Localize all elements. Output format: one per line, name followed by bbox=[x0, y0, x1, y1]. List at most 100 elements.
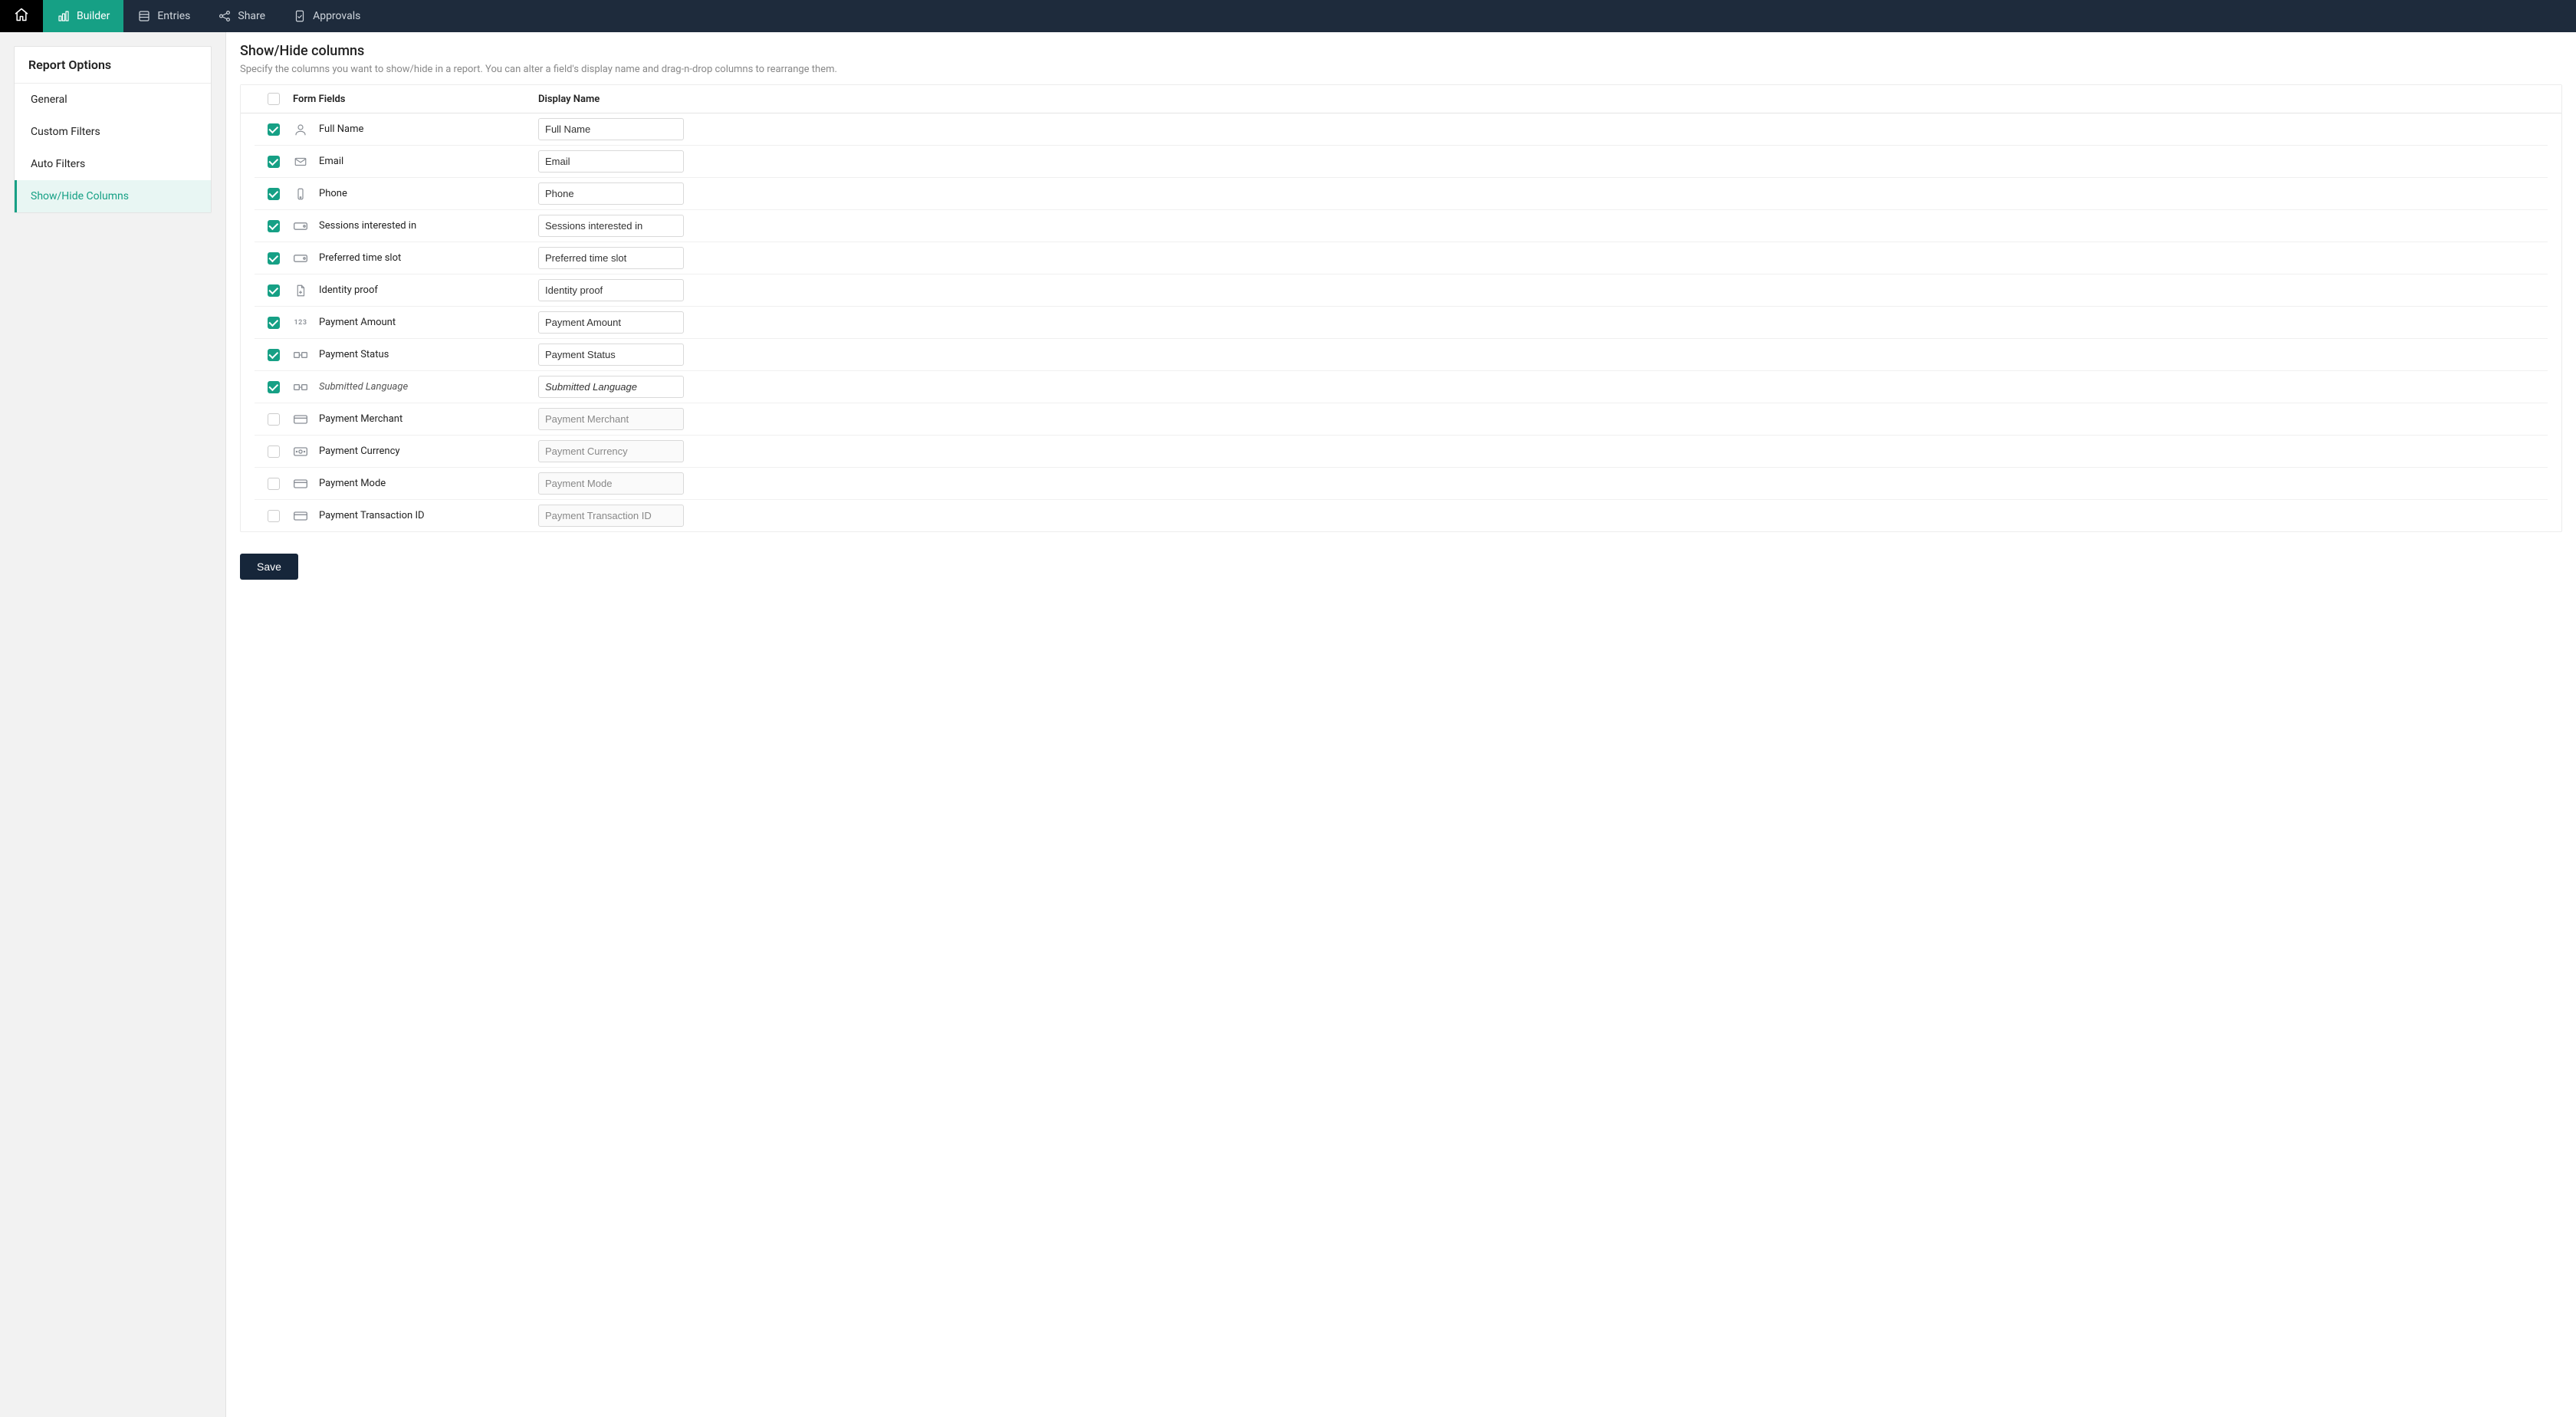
sidebar-card: Report Options General Custom Filters Au… bbox=[14, 46, 212, 213]
approvals-icon bbox=[293, 9, 307, 23]
field-label: Submitted Language bbox=[319, 381, 408, 393]
row-checkbox[interactable] bbox=[268, 220, 280, 232]
table-row[interactable]: Payment Status bbox=[255, 339, 2548, 371]
field-label: Email bbox=[319, 156, 343, 167]
row-checkbox[interactable] bbox=[268, 252, 280, 265]
header-display-name: Display Name bbox=[538, 94, 600, 105]
table-row[interactable]: Email bbox=[255, 146, 2548, 178]
row-checkbox[interactable] bbox=[268, 413, 280, 426]
table-row[interactable]: Payment Transaction ID bbox=[255, 500, 2548, 531]
nav-item-entries[interactable]: Entries bbox=[123, 0, 204, 32]
field-label: Payment Status bbox=[319, 349, 389, 360]
field-label: Full Name bbox=[319, 123, 363, 135]
tagsplit-icon bbox=[293, 347, 308, 363]
table-row[interactable]: Preferred time slot bbox=[255, 242, 2548, 275]
field-label: Payment Currency bbox=[319, 445, 400, 457]
save-button[interactable]: Save bbox=[240, 554, 298, 580]
sidebar-item-label: Auto Filters bbox=[31, 158, 85, 170]
field-label: Payment Transaction ID bbox=[319, 510, 425, 521]
person-icon bbox=[293, 122, 308, 137]
display-name-input[interactable] bbox=[538, 279, 684, 301]
table-row[interactable]: Payment Merchant bbox=[255, 403, 2548, 436]
sidebar-item-auto-filters[interactable]: Auto Filters bbox=[15, 148, 211, 180]
table-row[interactable]: Identity proof bbox=[255, 275, 2548, 307]
nav-item-label: Builder bbox=[77, 10, 110, 22]
row-checkbox[interactable] bbox=[268, 156, 280, 168]
row-checkbox[interactable] bbox=[268, 478, 280, 490]
sidebar-item-general[interactable]: General bbox=[15, 84, 211, 116]
sidebar: Report Options General Custom Filters Au… bbox=[0, 32, 226, 1417]
nav-item-approvals[interactable]: Approvals bbox=[279, 0, 374, 32]
display-name-input[interactable] bbox=[538, 182, 684, 205]
mail-icon bbox=[293, 154, 308, 169]
tag-icon bbox=[293, 251, 308, 266]
num-icon: 123 bbox=[293, 315, 308, 330]
entries-icon bbox=[137, 9, 151, 23]
row-checkbox[interactable] bbox=[268, 445, 280, 458]
field-label: Payment Merchant bbox=[319, 413, 402, 425]
select-all-checkbox[interactable] bbox=[268, 93, 280, 105]
card-icon bbox=[293, 508, 308, 524]
home-icon bbox=[14, 7, 29, 25]
nav-item-share[interactable]: Share bbox=[204, 0, 279, 32]
builder-icon bbox=[57, 9, 71, 23]
row-checkbox[interactable] bbox=[268, 510, 280, 522]
row-checkbox[interactable] bbox=[268, 381, 280, 393]
table-row[interactable]: Full Name bbox=[255, 113, 2548, 146]
nav-item-label: Entries bbox=[157, 10, 190, 22]
table-row[interactable]: Phone bbox=[255, 178, 2548, 210]
columns-header: Form Fields Display Name bbox=[241, 85, 2561, 113]
field-label: Sessions interested in bbox=[319, 220, 416, 232]
nav-item-label: Approvals bbox=[313, 10, 360, 22]
field-label: Payment Amount bbox=[319, 317, 396, 328]
row-checkbox[interactable] bbox=[268, 284, 280, 297]
display-name-input[interactable] bbox=[538, 344, 684, 366]
display-name-input[interactable] bbox=[538, 247, 684, 269]
field-label: Preferred time slot bbox=[319, 252, 401, 264]
display-name-input[interactable] bbox=[538, 215, 684, 237]
sidebar-item-custom-filters[interactable]: Custom Filters bbox=[15, 116, 211, 148]
display-name-input[interactable] bbox=[538, 150, 684, 173]
table-row[interactable]: Payment Currency bbox=[255, 436, 2548, 468]
display-name-input[interactable] bbox=[538, 376, 684, 398]
row-checkbox[interactable] bbox=[268, 123, 280, 136]
sidebar-title: Report Options bbox=[15, 47, 211, 84]
doc-icon bbox=[293, 283, 308, 298]
card-icon bbox=[293, 412, 308, 427]
tagsplit-icon bbox=[293, 380, 308, 395]
page-title: Show/Hide columns bbox=[240, 43, 2562, 59]
display-name-input[interactable] bbox=[538, 311, 684, 334]
nav-item-label: Share bbox=[238, 10, 265, 22]
page-body: Report Options General Custom Filters Au… bbox=[0, 32, 2576, 1417]
sidebar-item-show-hide-columns[interactable]: Show/Hide Columns bbox=[15, 180, 211, 212]
top-nav: Builder Entries Share Approvals bbox=[0, 0, 2576, 32]
sidebar-item-label: General bbox=[31, 94, 67, 106]
card-icon bbox=[293, 476, 308, 492]
field-label: Identity proof bbox=[319, 284, 378, 296]
row-checkbox[interactable] bbox=[268, 349, 280, 361]
display-name-input bbox=[538, 472, 684, 495]
columns-table: Form Fields Display Name Full Name Email P… bbox=[240, 84, 2562, 532]
phone-icon bbox=[293, 186, 308, 202]
field-label: Phone bbox=[319, 188, 347, 199]
table-row[interactable]: Payment Mode bbox=[255, 468, 2548, 500]
row-checkbox[interactable] bbox=[268, 317, 280, 329]
sidebar-item-label: Custom Filters bbox=[31, 126, 100, 138]
main-content: Show/Hide columns Specify the columns yo… bbox=[226, 32, 2576, 1417]
table-row[interactable]: 123 Payment Amount bbox=[255, 307, 2548, 339]
display-name-input bbox=[538, 440, 684, 462]
sidebar-item-label: Show/Hide Columns bbox=[31, 190, 129, 202]
nav-item-builder[interactable]: Builder bbox=[43, 0, 123, 32]
table-row[interactable]: Sessions interested in bbox=[255, 210, 2548, 242]
display-name-input bbox=[538, 505, 684, 527]
display-name-input bbox=[538, 408, 684, 430]
share-icon bbox=[218, 9, 232, 23]
table-row[interactable]: Submitted Language bbox=[255, 371, 2548, 403]
display-name-input[interactable] bbox=[538, 118, 684, 140]
field-label: Payment Mode bbox=[319, 478, 386, 489]
header-form-fields: Form Fields bbox=[293, 94, 345, 105]
row-checkbox[interactable] bbox=[268, 188, 280, 200]
nav-home[interactable] bbox=[0, 0, 43, 32]
currency-icon bbox=[293, 444, 308, 459]
tag-icon bbox=[293, 219, 308, 234]
